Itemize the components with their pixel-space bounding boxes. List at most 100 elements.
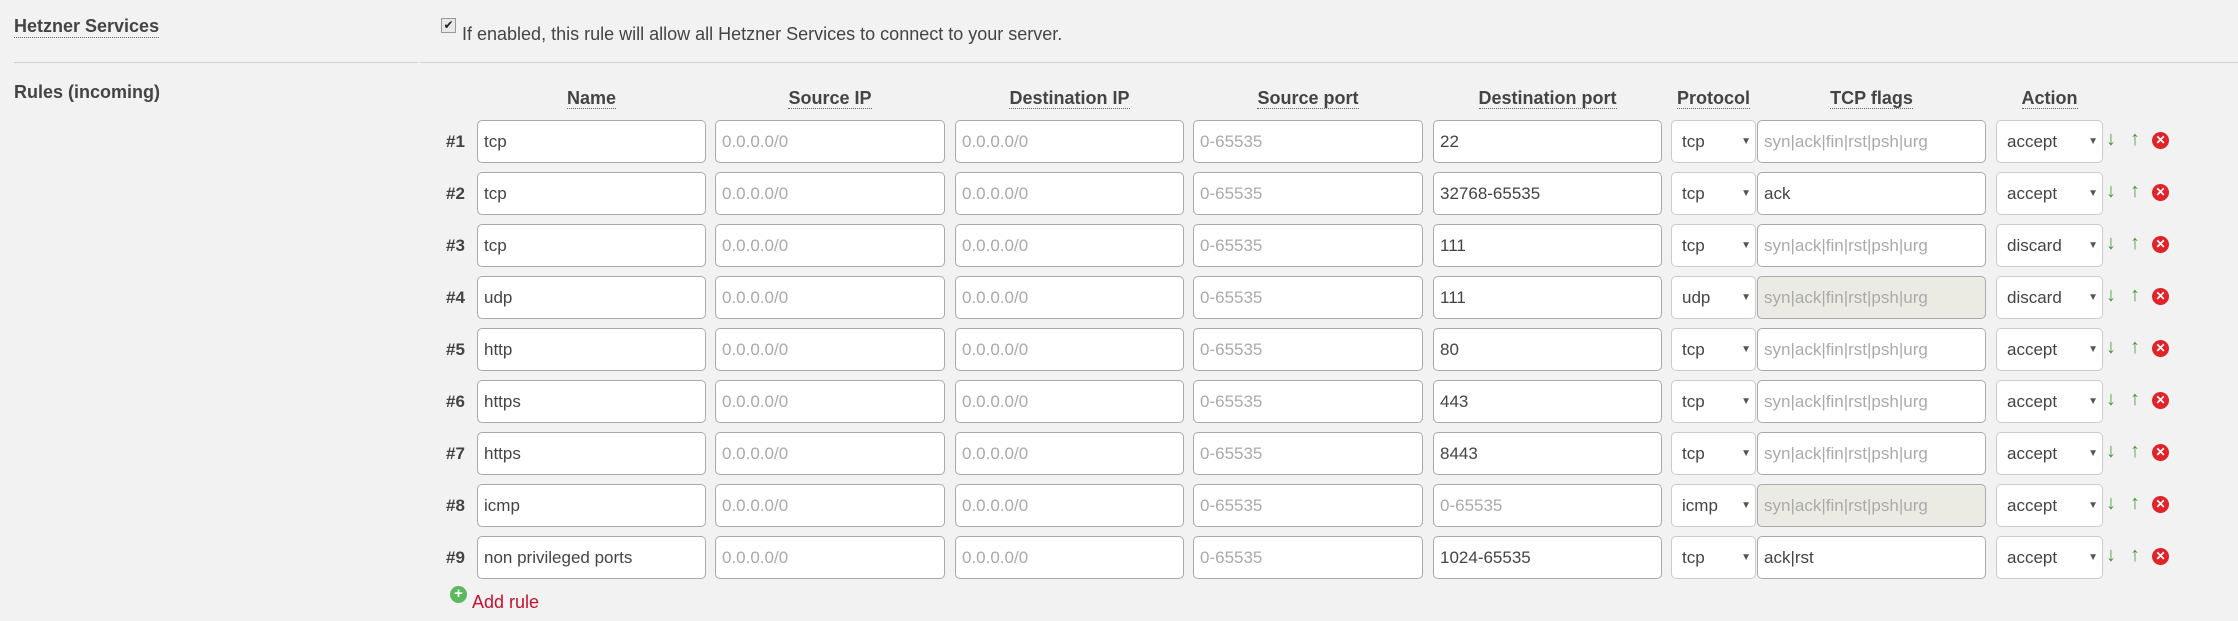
- name-input[interactable]: udp: [477, 276, 706, 319]
- delete-icon[interactable]: ✕: [2152, 236, 2169, 253]
- arrow-up-icon[interactable]: ↑: [2130, 128, 2140, 151]
- name-input[interactable]: tcp: [477, 172, 706, 215]
- protocol-select[interactable]: tcp ▼: [1671, 328, 1756, 371]
- source-port-input[interactable]: 0-65535: [1193, 432, 1423, 475]
- action-select[interactable]: accept ▼: [1996, 380, 2103, 423]
- delete-icon[interactable]: ✕: [2152, 444, 2169, 461]
- arrow-down-icon[interactable]: ↓: [2106, 388, 2116, 411]
- destination-ip-input[interactable]: 0.0.0.0/0: [955, 484, 1184, 527]
- tcp-flags-input[interactable]: syn|ack|fin|rst|psh|urg: [1757, 484, 1986, 527]
- name-input[interactable]: tcp: [477, 224, 706, 267]
- source-ip-input[interactable]: 0.0.0.0/0: [715, 224, 945, 267]
- destination-ip-input[interactable]: 0.0.0.0/0: [955, 120, 1184, 163]
- protocol-select[interactable]: tcp ▼: [1671, 120, 1756, 163]
- source-ip-input[interactable]: 0.0.0.0/0: [715, 328, 945, 371]
- delete-icon[interactable]: ✕: [2152, 132, 2169, 149]
- action-select[interactable]: accept ▼: [1996, 172, 2103, 215]
- delete-icon[interactable]: ✕: [2152, 496, 2169, 513]
- arrow-down-icon[interactable]: ↓: [2106, 440, 2116, 463]
- source-port-input[interactable]: 0-65535: [1193, 328, 1423, 371]
- tcp-flags-input[interactable]: ack: [1757, 172, 1986, 215]
- arrow-up-icon[interactable]: ↑: [2130, 440, 2140, 463]
- source-ip-input[interactable]: 0.0.0.0/0: [715, 536, 945, 579]
- arrow-down-icon[interactable]: ↓: [2106, 336, 2116, 359]
- arrow-up-icon[interactable]: ↑: [2130, 284, 2140, 307]
- destination-port-input[interactable]: 22: [1433, 120, 1662, 163]
- name-input[interactable]: https: [477, 380, 706, 423]
- tcp-flags-input[interactable]: syn|ack|fin|rst|psh|urg: [1757, 380, 1986, 423]
- name-input[interactable]: http: [477, 328, 706, 371]
- delete-icon[interactable]: ✕: [2152, 340, 2169, 357]
- destination-ip-input[interactable]: 0.0.0.0/0: [955, 224, 1184, 267]
- hetzner-services-checkbox[interactable]: ✔: [441, 18, 456, 33]
- name-input[interactable]: icmp: [477, 484, 706, 527]
- destination-port-input[interactable]: 1024-65535: [1433, 536, 1662, 579]
- protocol-select[interactable]: tcp ▼: [1671, 432, 1756, 475]
- source-ip-input[interactable]: 0.0.0.0/0: [715, 172, 945, 215]
- tcp-flags-input[interactable]: syn|ack|fin|rst|psh|urg: [1757, 432, 1986, 475]
- destination-ip-input[interactable]: 0.0.0.0/0: [955, 328, 1184, 371]
- source-port-input[interactable]: 0-65535: [1193, 120, 1423, 163]
- source-ip-input[interactable]: 0.0.0.0/0: [715, 380, 945, 423]
- source-port-input[interactable]: 0-65535: [1193, 536, 1423, 579]
- protocol-select[interactable]: tcp ▼: [1671, 536, 1756, 579]
- destination-port-input[interactable]: 8443: [1433, 432, 1662, 475]
- destination-ip-input[interactable]: 0.0.0.0/0: [955, 432, 1184, 475]
- protocol-select[interactable]: tcp ▼: [1671, 172, 1756, 215]
- name-input[interactable]: https: [477, 432, 706, 475]
- source-ip-input[interactable]: 0.0.0.0/0: [715, 484, 945, 527]
- arrow-down-icon[interactable]: ↓: [2106, 284, 2116, 307]
- arrow-down-icon[interactable]: ↓: [2106, 180, 2116, 203]
- arrow-down-icon[interactable]: ↓: [2106, 128, 2116, 151]
- arrow-up-icon[interactable]: ↑: [2130, 232, 2140, 255]
- delete-icon[interactable]: ✕: [2152, 548, 2169, 565]
- delete-icon[interactable]: ✕: [2152, 184, 2169, 201]
- name-input[interactable]: tcp: [477, 120, 706, 163]
- tcp-flags-input[interactable]: syn|ack|fin|rst|psh|urg: [1757, 224, 1986, 267]
- destination-ip-input[interactable]: 0.0.0.0/0: [955, 380, 1184, 423]
- tcp-flags-input[interactable]: syn|ack|fin|rst|psh|urg: [1757, 276, 1986, 319]
- action-select[interactable]: discard ▼: [1996, 224, 2103, 267]
- destination-port-input[interactable]: 0-65535: [1433, 484, 1662, 527]
- tcp-flags-input[interactable]: syn|ack|fin|rst|psh|urg: [1757, 328, 1986, 371]
- action-select[interactable]: accept ▼: [1996, 120, 2103, 163]
- destination-port-input[interactable]: 32768-65535: [1433, 172, 1662, 215]
- destination-port-input[interactable]: 111: [1433, 224, 1662, 267]
- source-port-input[interactable]: 0-65535: [1193, 276, 1423, 319]
- arrow-up-icon[interactable]: ↑: [2130, 336, 2140, 359]
- source-port-input[interactable]: 0-65535: [1193, 484, 1423, 527]
- action-select[interactable]: accept ▼: [1996, 432, 2103, 475]
- source-ip-input[interactable]: 0.0.0.0/0: [715, 120, 945, 163]
- destination-ip-input[interactable]: 0.0.0.0/0: [955, 172, 1184, 215]
- add-rule-link[interactable]: + Add rule: [450, 586, 539, 613]
- name-input[interactable]: non privileged ports: [477, 536, 706, 579]
- source-port-input[interactable]: 0-65535: [1193, 224, 1423, 267]
- arrow-up-icon[interactable]: ↑: [2130, 544, 2140, 567]
- destination-ip-input[interactable]: 0.0.0.0/0: [955, 536, 1184, 579]
- action-select[interactable]: accept ▼: [1996, 328, 2103, 371]
- destination-ip-input[interactable]: 0.0.0.0/0: [955, 276, 1184, 319]
- destination-port-input[interactable]: 80: [1433, 328, 1662, 371]
- source-port-input[interactable]: 0-65535: [1193, 380, 1423, 423]
- action-select[interactable]: accept ▼: [1996, 484, 2103, 527]
- delete-icon[interactable]: ✕: [2152, 392, 2169, 409]
- protocol-select[interactable]: tcp ▼: [1671, 380, 1756, 423]
- delete-icon[interactable]: ✕: [2152, 288, 2169, 305]
- protocol-select[interactable]: tcp ▼: [1671, 224, 1756, 267]
- source-ip-input[interactable]: 0.0.0.0/0: [715, 276, 945, 319]
- arrow-down-icon[interactable]: ↓: [2106, 492, 2116, 515]
- arrow-up-icon[interactable]: ↑: [2130, 180, 2140, 203]
- action-select[interactable]: discard ▼: [1996, 276, 2103, 319]
- arrow-up-icon[interactable]: ↑: [2130, 492, 2140, 515]
- tcp-flags-input[interactable]: ack|rst: [1757, 536, 1986, 579]
- arrow-up-icon[interactable]: ↑: [2130, 388, 2140, 411]
- destination-port-input[interactable]: 111: [1433, 276, 1662, 319]
- action-select[interactable]: accept ▼: [1996, 536, 2103, 579]
- protocol-select[interactable]: udp ▼: [1671, 276, 1756, 319]
- destination-port-input[interactable]: 443: [1433, 380, 1662, 423]
- arrow-down-icon[interactable]: ↓: [2106, 232, 2116, 255]
- tcp-flags-input[interactable]: syn|ack|fin|rst|psh|urg: [1757, 120, 1986, 163]
- protocol-select[interactable]: icmp ▼: [1671, 484, 1756, 527]
- source-ip-input[interactable]: 0.0.0.0/0: [715, 432, 945, 475]
- arrow-down-icon[interactable]: ↓: [2106, 544, 2116, 567]
